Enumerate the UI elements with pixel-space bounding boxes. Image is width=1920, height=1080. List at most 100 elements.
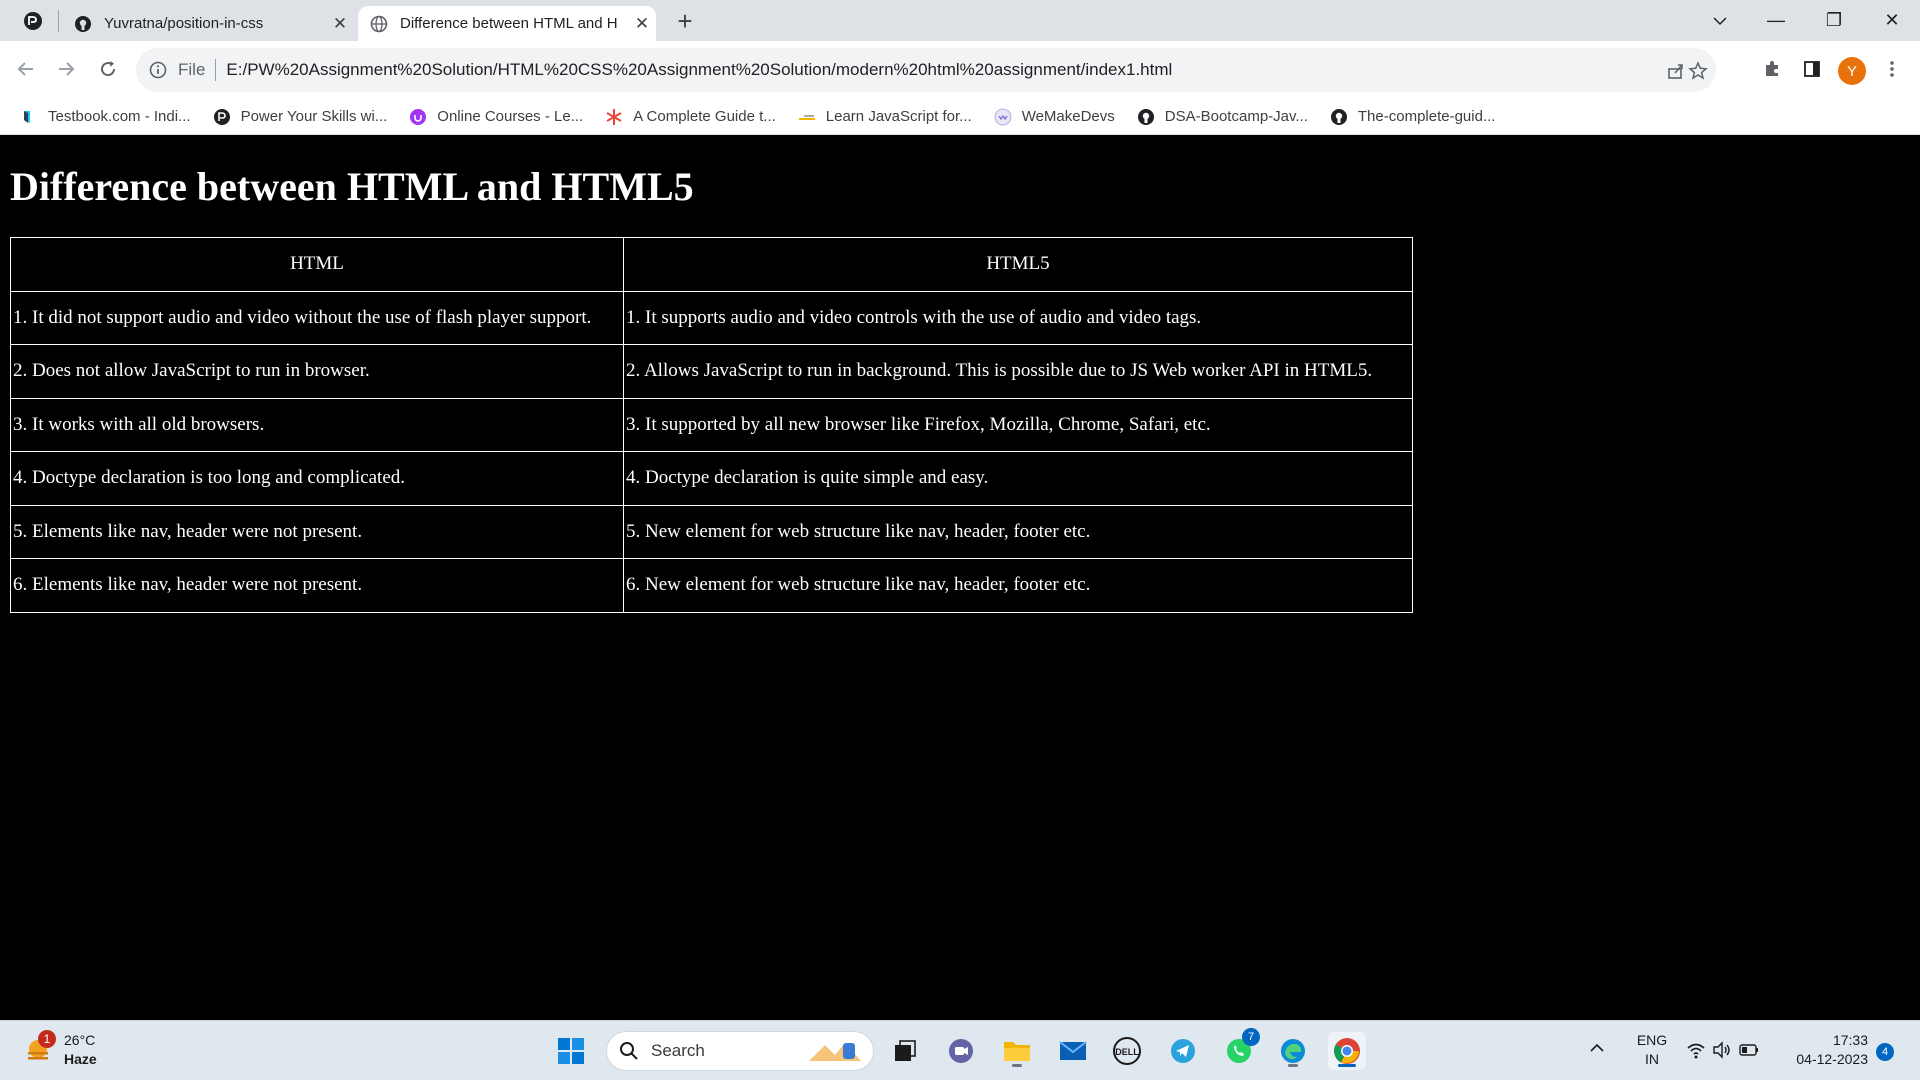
bookmark-guide[interactable]: A Complete Guide t... [605, 108, 776, 126]
chrome-icon [1334, 1038, 1360, 1064]
tab-close-button[interactable]: ✕ [326, 14, 354, 34]
kebab-menu-icon [1890, 61, 1894, 77]
tab-separator [58, 10, 59, 32]
svg-text:DELL: DELL [1115, 1047, 1139, 1057]
info-icon[interactable] [148, 60, 168, 80]
back-button[interactable] [10, 53, 42, 85]
bookmark-js[interactable]: Learn JavaScript for... [798, 108, 972, 126]
weather-temp: 26°C [64, 1032, 96, 1048]
chrome-button[interactable] [1328, 1032, 1366, 1070]
tab-title: Yuvratna/position-in-css [104, 15, 264, 32]
tab-github[interactable]: Yuvratna/position-in-css ✕ [62, 6, 354, 41]
browser-toolbar: File E:/PW%20Assignment%20Solution/HTML%… [0, 41, 1920, 99]
bookmark-testbook[interactable]: Testbook.com - Indi... [20, 108, 191, 126]
arrow-right-icon [59, 62, 75, 76]
address-bar[interactable]: File E:/PW%20Assignment%20Solution/HTML%… [136, 48, 1716, 92]
url-text[interactable]: E:/PW%20Assignment%20Solution/HTML%20CSS… [226, 60, 1172, 80]
tab-title: Difference between HTML and H [400, 15, 618, 32]
table-cell: 1. It supports audio and video controls … [623, 290, 1413, 345]
tab-close-button[interactable]: ✕ [628, 14, 656, 34]
start-button[interactable] [552, 1032, 590, 1070]
teams-chat-button[interactable] [942, 1032, 980, 1070]
running-indicator [1288, 1064, 1298, 1067]
scheme-divider [215, 59, 217, 81]
tab-active[interactable]: Difference between HTML and H ✕ [358, 6, 656, 41]
bookmark-label: Power Your Skills wi... [240, 108, 388, 125]
clock-date: 04-12-2023 [1796, 1051, 1868, 1067]
mail-icon [1059, 1041, 1087, 1060]
comparison-table: HTML HTML5 1. It did not support audio a… [10, 237, 1413, 613]
extensions-button[interactable] [1758, 55, 1786, 83]
wifi-icon [1687, 1043, 1705, 1059]
active-indicator [1338, 1064, 1356, 1067]
task-view-button[interactable] [886, 1032, 924, 1070]
tab-search-button[interactable] [1692, 0, 1748, 41]
star-icon[interactable] [1686, 59, 1710, 83]
table-cell: 4. Doctype declaration is quite simple a… [623, 451, 1413, 506]
bookmark-pw[interactable]: Power Your Skills wi... [213, 108, 388, 126]
bookmark-label: Learn JavaScript for... [825, 108, 972, 125]
bookmarks-bar: Testbook.com - Indi... Power Your Skills… [0, 99, 1920, 135]
tab-bar: Yuvratna/position-in-css ✕ Difference be… [0, 0, 1920, 41]
table-cell: 2. Allows JavaScript to run in backgroun… [623, 344, 1413, 399]
bookmark-complete-guide[interactable]: The-complete-guid... [1330, 108, 1495, 126]
bookmark-label: Testbook.com - Indi... [48, 108, 191, 125]
testbook-icon [20, 108, 38, 126]
bookmark-label: DSA-Bootcamp-Jav... [1164, 108, 1308, 125]
search-highlight-icon [809, 1043, 861, 1061]
restore-button[interactable]: ❐ [1806, 0, 1862, 41]
js-icon [798, 108, 816, 126]
chevron-down-icon [1713, 16, 1727, 25]
close-window-button[interactable]: ✕ [1864, 0, 1920, 41]
url-scheme: File [178, 60, 206, 79]
edge-button[interactable] [1274, 1032, 1312, 1070]
volume-icon [1713, 1041, 1730, 1059]
whatsapp-button[interactable]: 7 [1220, 1028, 1260, 1070]
table-row: 4. Doctype declaration is too long and c… [10, 451, 1413, 506]
page-title: Difference between HTML and HTML5 [10, 164, 694, 209]
telegram-button[interactable] [1164, 1032, 1202, 1070]
teams-chat-icon [949, 1039, 973, 1063]
reload-button[interactable] [92, 53, 124, 85]
bookmark-udemy[interactable]: Online Courses - Le... [409, 108, 583, 126]
weather-text: 26°C Haze [64, 1031, 97, 1069]
language-code: ENG [1636, 1032, 1668, 1048]
table-cell: 5. New element for web structure like na… [623, 504, 1413, 559]
page-content: Difference between HTML and HTML5 HTML H… [0, 135, 1920, 1020]
side-panel-icon [1804, 61, 1820, 77]
menu-button[interactable] [1878, 55, 1906, 83]
pinned-tab[interactable] [16, 8, 50, 34]
file-explorer-button[interactable] [998, 1032, 1036, 1070]
dell-button[interactable]: DELL [1108, 1032, 1146, 1070]
bookmark-label: Online Courses - Le... [437, 108, 584, 125]
minimize-button[interactable]: — [1748, 0, 1804, 41]
region-code: IN [1645, 1051, 1659, 1067]
folder-icon [1004, 1042, 1030, 1061]
table-cell: 5. Elements like nav, header were not pr… [10, 504, 624, 559]
weather-alert-badge: 1 [38, 1030, 56, 1048]
whatsapp-badge: 7 [1242, 1028, 1260, 1046]
share-icon[interactable] [1664, 59, 1688, 83]
profile-avatar[interactable]: Y [1838, 57, 1866, 85]
mail-button[interactable] [1054, 1032, 1092, 1070]
quick-settings[interactable] [1686, 1041, 1760, 1059]
show-hidden-icons-button[interactable] [1590, 1039, 1604, 1058]
running-indicator [1012, 1064, 1022, 1067]
language-indicator[interactable]: ENG IN [1634, 1031, 1670, 1069]
bookmark-dsa-bootcamp[interactable]: DSA-Bootcamp-Jav... [1137, 108, 1308, 126]
new-tab-button[interactable]: + [670, 6, 700, 36]
weather-widget[interactable]: 1 26°C Haze [24, 1030, 97, 1069]
bookmark-label: A Complete Guide t... [633, 108, 776, 125]
clock[interactable]: 17:33 04-12-2023 [1782, 1031, 1868, 1069]
forward-button[interactable] [50, 53, 82, 85]
bookmark-wemakedevs[interactable]: WeMakeDevs [994, 108, 1115, 126]
side-panel-button[interactable] [1798, 55, 1826, 83]
chevron-up-icon [1590, 1043, 1604, 1052]
windows-taskbar: 1 26°C Haze Search DELL 7 ENG IN 17:33 0… [0, 1020, 1920, 1080]
table-header-row: HTML HTML5 [10, 237, 1413, 292]
notification-badge[interactable]: 4 [1876, 1043, 1894, 1061]
table-row: 5. Elements like nav, header were not pr… [10, 504, 1413, 559]
taskbar-search-box[interactable]: Search [606, 1031, 874, 1071]
clock-time: 17:33 [1832, 1032, 1868, 1048]
github-icon [75, 15, 91, 32]
